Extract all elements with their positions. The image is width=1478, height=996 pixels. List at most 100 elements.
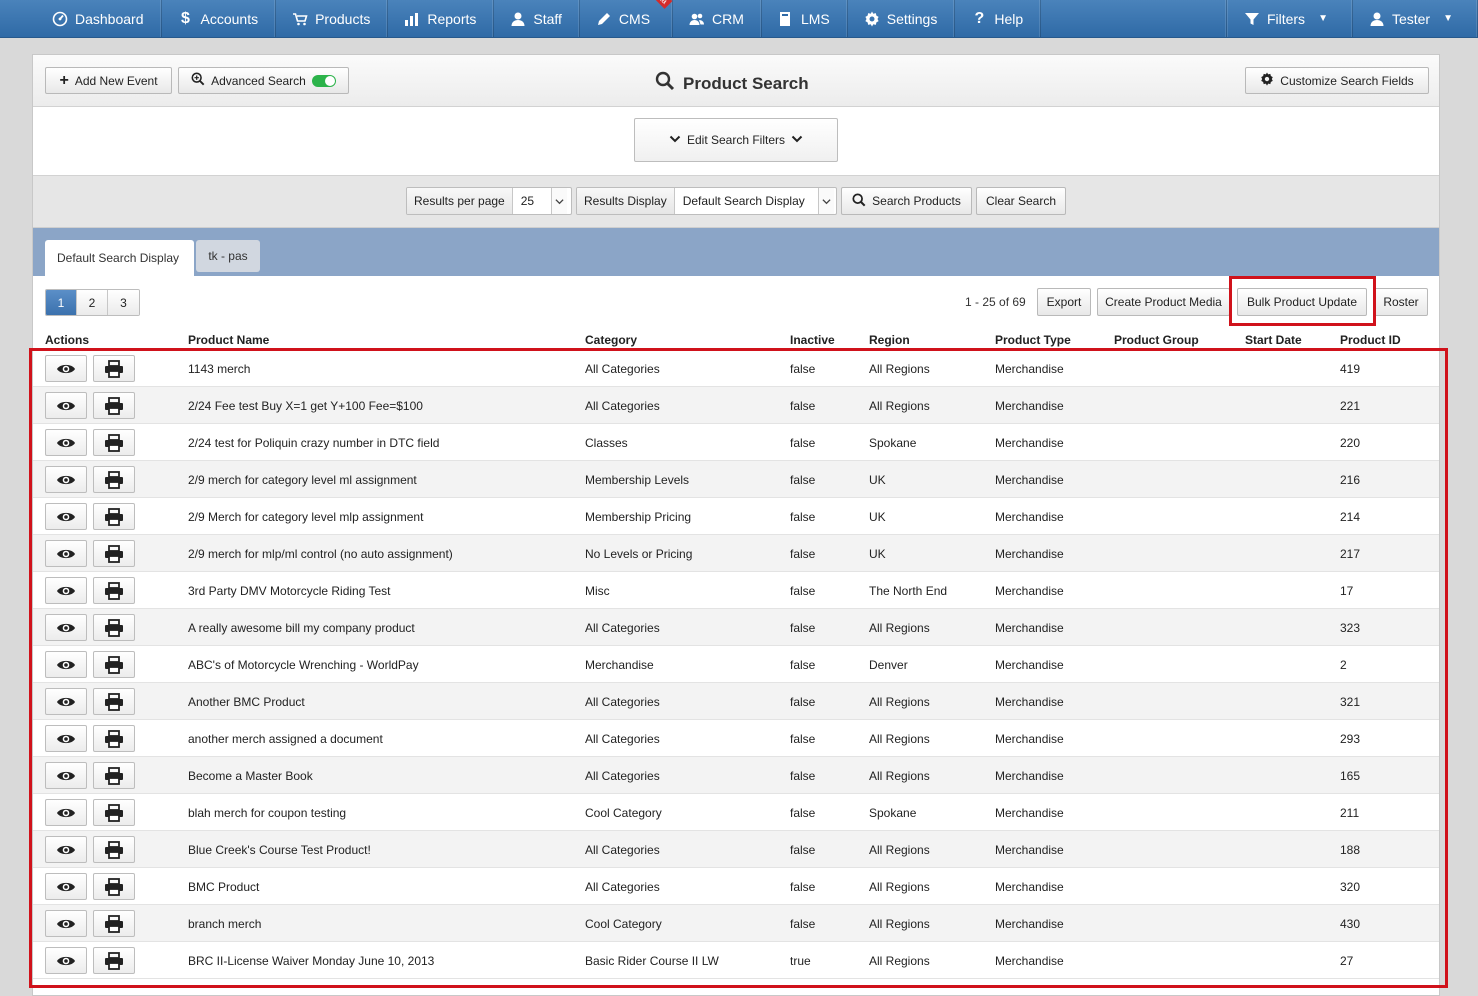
search-products-button[interactable]: Search Products: [841, 187, 972, 215]
customize-search-fields-button[interactable]: Customize Search Fields: [1245, 67, 1429, 94]
nav-dashboard-label: Dashboard: [75, 10, 144, 27]
chevron-down-icon: [817, 188, 834, 214]
pencil-icon: [596, 11, 612, 27]
clear-search-button[interactable]: Clear Search: [976, 187, 1066, 215]
search-products-label: Search Products: [872, 194, 961, 208]
nav-staff-label: Staff: [533, 10, 562, 27]
col-inactive[interactable]: Inactive: [790, 333, 835, 347]
export-button[interactable]: Export: [1037, 288, 1091, 316]
col-product-name[interactable]: Product Name: [188, 333, 269, 347]
top-navigation-bar: Dashboard $ Accounts Products Reports St…: [0, 0, 1478, 38]
nav-cms[interactable]: CMS Beta: [580, 0, 674, 37]
search-options-bar: Results per page 25 Results Display Defa…: [33, 176, 1439, 228]
user-icon: [1369, 11, 1385, 27]
results-highlight: [29, 348, 1448, 988]
tab-default-search-display[interactable]: Default Search Display: [45, 240, 194, 276]
users-icon: [689, 11, 705, 27]
dollar-icon: $: [181, 9, 190, 27]
nav-cms-label: CMS: [618, 10, 651, 27]
edit-search-filters-button[interactable]: Edit Search Filters: [634, 118, 838, 162]
nav-products-label: Products: [315, 10, 371, 27]
add-new-event-label: Add New Event: [74, 73, 158, 88]
search-icon: [852, 192, 866, 210]
nav-help[interactable]: ? Help: [955, 0, 1042, 37]
book-icon: [778, 11, 794, 27]
results-display-value: Default Search Display: [674, 188, 818, 214]
gear-icon: [864, 11, 880, 27]
plus-icon: +: [59, 71, 69, 89]
advanced-search-button[interactable]: Advanced Search: [178, 67, 349, 94]
funnel-icon: [1244, 11, 1260, 27]
nav-crm-label: CRM: [712, 10, 744, 27]
chevron-down-icon: [550, 188, 567, 214]
col-product-id[interactable]: Product ID: [1340, 333, 1401, 347]
advanced-search-label: Advanced Search: [211, 73, 306, 88]
nav-spacer: [1041, 0, 1227, 37]
page-title-text: Product Search: [683, 73, 809, 93]
dashboard-icon: [52, 11, 68, 27]
nav-reports-label: Reports: [427, 10, 477, 27]
nav-dashboard[interactable]: Dashboard: [0, 0, 162, 37]
advanced-search-toggle[interactable]: [311, 74, 336, 87]
nav-lms-label: LMS: [800, 10, 830, 27]
col-start-date[interactable]: Start Date: [1245, 333, 1302, 347]
bulk-update-highlight: [1229, 276, 1376, 326]
display-tabs-bar: Default Search Display tk - pas: [33, 228, 1439, 276]
search-icon: [655, 71, 675, 96]
results-display-label: Results Display: [577, 188, 675, 214]
filters-zone: Edit Search Filters: [33, 107, 1439, 176]
chart-icon: [404, 11, 420, 27]
nav-staff[interactable]: Staff: [494, 0, 580, 37]
chevron-down-icon: [791, 133, 803, 148]
roster-button[interactable]: Roster: [1374, 288, 1428, 316]
col-product-type[interactable]: Product Type: [995, 333, 1071, 347]
nav-accounts[interactable]: $ Accounts: [162, 0, 277, 37]
tab-label: tk - pas: [208, 249, 248, 263]
nav-crm[interactable]: CRM: [673, 0, 762, 37]
pagination: 1 2 3: [45, 289, 140, 316]
cart-icon: [292, 11, 308, 27]
question-icon: ?: [974, 9, 985, 27]
search-plus-icon: [191, 72, 205, 89]
create-product-media-button[interactable]: Create Product Media: [1097, 288, 1230, 316]
chevron-down-icon: ▼: [1443, 13, 1453, 24]
page-button[interactable]: 1: [46, 290, 77, 315]
clear-search-label: Clear Search: [985, 194, 1057, 208]
results-per-page-value: 25: [512, 188, 551, 214]
results-display-select[interactable]: Results Display Default Search Display: [576, 187, 837, 215]
tab-tk-pas[interactable]: tk - pas: [196, 240, 260, 272]
add-new-event-button[interactable]: + Add New Event: [45, 67, 172, 94]
page-button[interactable]: 2: [77, 290, 108, 315]
nav-filters[interactable]: Filters ▼: [1226, 0, 1353, 37]
col-region[interactable]: Region: [869, 333, 910, 347]
nav-accounts-label: Accounts: [200, 10, 259, 27]
nav-reports[interactable]: Reports: [388, 0, 495, 37]
nav-filters-label: Filters: [1266, 10, 1306, 27]
chevron-down-icon: [669, 133, 681, 148]
nav-lms[interactable]: LMS: [762, 0, 848, 37]
nav-settings[interactable]: Settings: [848, 0, 956, 37]
tab-label: Default Search Display: [57, 251, 180, 265]
results-per-page-select[interactable]: Results per page 25: [406, 187, 572, 215]
page-button[interactable]: 3: [108, 290, 139, 315]
col-category[interactable]: Category: [585, 333, 637, 347]
beta-badge: Beta: [647, 0, 673, 10]
page-title: Product Search: [655, 71, 809, 96]
create-product-media-label: Create Product Media: [1105, 295, 1222, 309]
customize-label: Customize Search Fields: [1280, 73, 1414, 88]
col-product-group[interactable]: Product Group: [1114, 333, 1199, 347]
nav-products[interactable]: Products: [276, 0, 389, 37]
edit-search-filters-label: Edit Search Filters: [686, 133, 786, 147]
table-header: Actions Product Name Category Inactive R…: [33, 328, 1439, 350]
nav-help-label: Help: [994, 10, 1024, 27]
results-count: 1 - 25 of 69: [965, 295, 1026, 309]
nav-user-label: Tester: [1391, 10, 1431, 27]
results-per-page-label: Results per page: [407, 188, 513, 214]
gear-icon: [1260, 72, 1274, 89]
export-label: Export: [1046, 295, 1082, 309]
nav-user-menu[interactable]: Tester ▼: [1353, 0, 1478, 37]
roster-label: Roster: [1383, 295, 1419, 309]
panel-toolbar: + Add New Event Advanced Search Product …: [33, 55, 1439, 107]
nav-settings-label: Settings: [886, 10, 938, 27]
col-actions: Actions: [45, 333, 90, 347]
